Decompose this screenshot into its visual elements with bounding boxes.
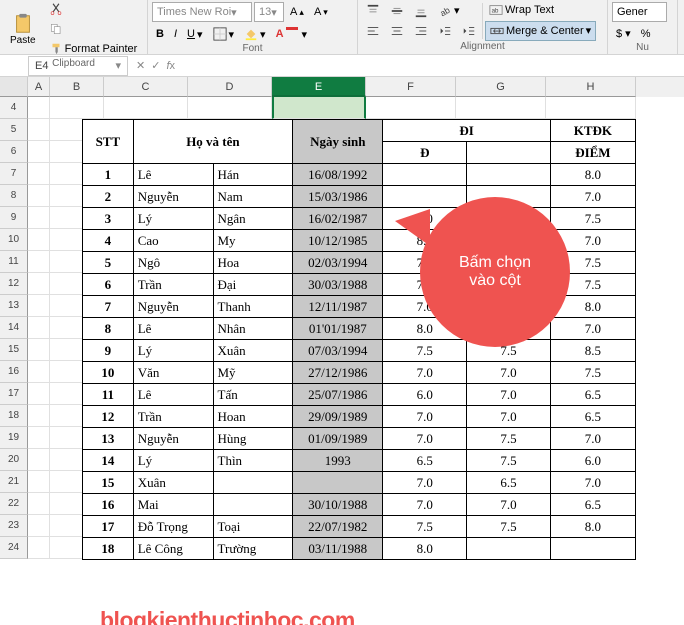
col-header-G[interactable]: G [456,77,546,97]
th-diem-2 [467,142,551,164]
formula-bar: E4▾ ✕ ✓ fx [0,55,684,77]
th-diem-1: Đ [383,142,467,164]
table-row: 12TrầnHoan29/09/19897.07.06.5 [83,406,636,428]
cut-button[interactable] [45,0,142,18]
row-header[interactable]: 24 [0,537,28,559]
ribbon: Paste Format Painter Clipboard Times New… [0,0,684,55]
table-row: 6TrầnĐại30/03/19887.07.07.5 [83,274,636,296]
merge-center-button[interactable]: Merge & Center ▾ [485,21,596,41]
italic-button[interactable]: I [170,25,181,43]
row-header[interactable]: 11 [0,251,28,273]
row-header[interactable]: 12 [0,273,28,295]
align-middle-button[interactable] [386,2,408,20]
data-table: STT Họ và tên Ngày sinh ĐI KTĐK Đ ĐIỂM 1… [82,119,636,560]
table-row: 4CaoMy10/12/19858.07.0 [83,230,636,252]
align-center-button[interactable] [386,22,408,40]
cells-area[interactable]: STT Họ và tên Ngày sinh ĐI KTĐK Đ ĐIỂM 1… [28,97,636,559]
table-row: 3LýNgân16/02/19877.07.5 [83,208,636,230]
table-row: 16Mai30/10/19887.07.06.5 [83,494,636,516]
align-left-button[interactable] [362,22,384,40]
row-header[interactable]: 21 [0,471,28,493]
table-row: 17Đỗ TrọngToại22/07/19827.57.58.0 [83,516,636,538]
underline-button[interactable]: U ▾ [183,25,206,43]
paste-button[interactable]: Paste [4,11,42,48]
increase-indent-button[interactable] [458,22,480,40]
fill-color-button[interactable]: ▾ [240,25,270,43]
font-color-button[interactable]: A▾ [272,25,311,43]
wrap-text-button[interactable]: abWrap Text [485,1,596,19]
col-header-A[interactable]: A [28,77,50,97]
col-header-H[interactable]: H [546,77,636,97]
row-header[interactable]: 22 [0,493,28,515]
row-header[interactable]: 19 [0,427,28,449]
align-right-button[interactable] [410,22,432,40]
align-bottom-button[interactable] [410,2,432,20]
table-row: 5NgôHoa02/03/19947.08.07.5 [83,252,636,274]
borders-button[interactable]: ▾ [209,25,239,43]
col-header-D[interactable]: D [188,77,272,97]
row-header[interactable]: 9 [0,207,28,229]
fx-icon[interactable]: fx [166,60,175,72]
th-diem-3: ĐIỂM [550,142,635,164]
enter-icon[interactable]: ✓ [151,59,160,72]
col-header-F[interactable]: F [366,77,456,97]
cancel-icon[interactable]: ✕ [136,59,145,72]
table-row: 2NguyễnNam15/03/19867.0 [83,186,636,208]
table-row: 9LýXuân07/03/19947.57.58.5 [83,340,636,362]
name-box[interactable]: E4▾ [28,56,128,76]
table-row: 1LêHán16/08/19928.0 [83,164,636,186]
select-all-corner[interactable] [0,77,28,97]
row-header[interactable]: 18 [0,405,28,427]
column-headers: A B C D E F G H [0,77,684,97]
th-stt: STT [83,120,134,164]
th-ktdk: KTĐK [550,120,635,142]
col-header-C[interactable]: C [104,77,188,97]
watermark-text: blogkienthuctinhoc.com [100,607,355,625]
font-name-select[interactable]: Times New Roi▾ [152,2,252,22]
orientation-button[interactable]: ab▾ [434,2,464,20]
percent-button[interactable]: % [637,25,655,42]
copy-button[interactable] [45,20,142,38]
svg-text:ab: ab [438,4,452,17]
row-header[interactable]: 17 [0,383,28,405]
row-header[interactable]: 6 [0,141,28,163]
row-header[interactable]: 16 [0,361,28,383]
row-header[interactable]: 14 [0,317,28,339]
table-row: 15Xuân7.06.57.0 [83,472,636,494]
row-header[interactable]: 13 [0,295,28,317]
table-row: 7NguyễnThanh12/11/19877.07.58.0 [83,296,636,318]
svg-text:ab: ab [492,7,499,14]
table-row: 8LêNhân01'01/19878.07.57.0 [83,318,636,340]
table-row: 13NguyễnHùng01/09/19897.07.57.0 [83,428,636,450]
align-top-button[interactable] [362,2,384,20]
table-row: 18Lê CôngTrường03/11/19888.0 [83,538,636,560]
row-header[interactable]: 4 [0,97,28,119]
table-row: 10VănMỹ27/12/19867.07.07.5 [83,362,636,384]
bold-button[interactable]: B [152,25,168,43]
row-header[interactable]: 23 [0,515,28,537]
col-header-B[interactable]: B [50,77,104,97]
row-header[interactable]: 15 [0,339,28,361]
row-header[interactable]: 10 [0,229,28,251]
row-header[interactable]: 8 [0,185,28,207]
font-size-select[interactable]: 13▾ [254,2,284,22]
th-dktx: ĐI [383,120,550,142]
th-hoten: Họ và tên [133,120,292,164]
decrease-font-button[interactable]: A▾ [310,2,332,22]
currency-button[interactable]: $ ▾ [612,25,635,42]
row-header[interactable]: 7 [0,163,28,185]
th-ngaysinh: Ngày sinh [293,120,383,164]
number-format-select[interactable]: Gener [612,2,667,22]
increase-font-button[interactable]: A▴ [286,2,308,22]
number-group-label: Nu [612,42,673,55]
row-headers: 456789101112131415161718192021222324 [0,97,28,559]
alignment-group-label: Alignment [362,41,603,54]
row-header[interactable]: 20 [0,449,28,471]
font-group-label: Font [152,43,353,56]
decrease-indent-button[interactable] [434,22,456,40]
col-header-E[interactable]: E [272,77,366,97]
table-row: 14LýThìn19936.57.56.0 [83,450,636,472]
row-header[interactable]: 5 [0,119,28,141]
table-row: 11LêTấn25/07/19866.07.06.5 [83,384,636,406]
